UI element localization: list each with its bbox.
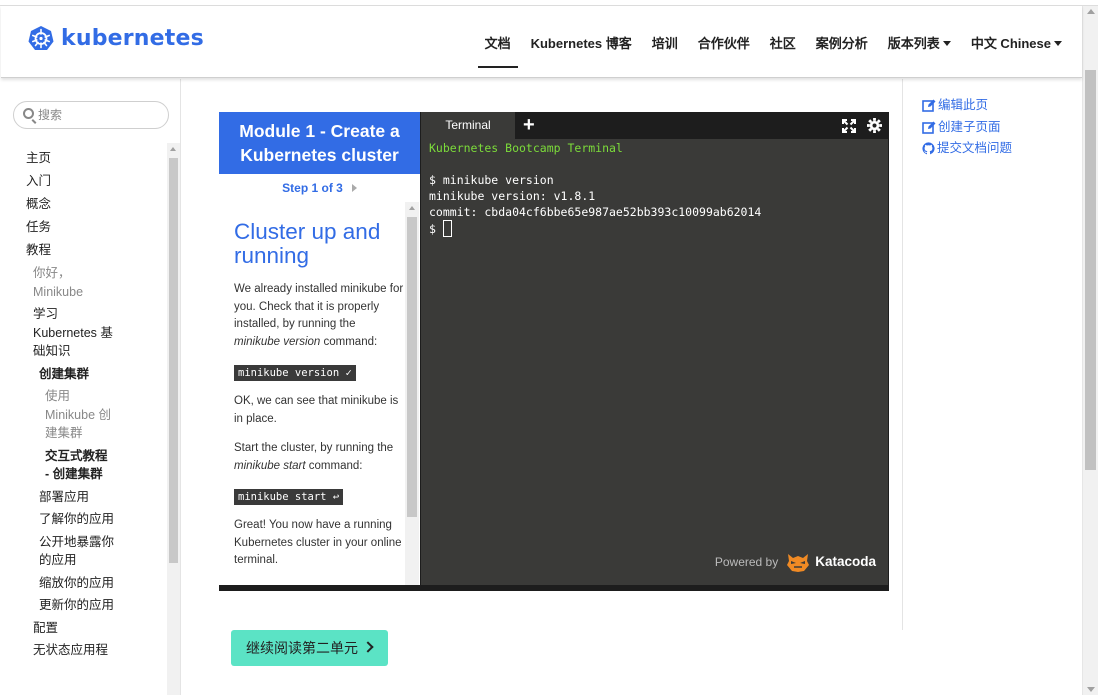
continue-module-2-button[interactable]: 继续阅读第二单元 [231, 630, 388, 666]
gear-icon[interactable] [867, 118, 882, 133]
terminal-screen[interactable]: Kubernetes Bootcamp Terminal $ minikube … [421, 139, 888, 585]
sidebar-item-1[interactable]: 入门 [26, 172, 168, 191]
sidebar-item-4[interactable]: 教程 [26, 241, 168, 260]
page-scrollbar-thumb[interactable] [1085, 70, 1096, 470]
sidebar-item-6[interactable]: 学习 Kubernetes 基础知识 [33, 305, 113, 361]
nav-item-6[interactable]: 版本列表 [888, 36, 951, 66]
docs-sidebar: 主页入门概念任务教程你好，Minikube 学习 Kubernetes 基础知识创… [1, 79, 181, 695]
sidebar-item-11[interactable]: 了解你的应用 [39, 510, 114, 529]
nav-item-label: 文档 [484, 36, 511, 51]
page-scrollbar[interactable] [1082, 6, 1098, 695]
edit-icon [922, 121, 936, 134]
brand-name: kubernetes [61, 25, 204, 51]
terminal-output-line: minikube version: v1.8.1 [429, 189, 596, 203]
page-action-1[interactable]: 创建子页面 [922, 117, 1012, 139]
nav-item-label: 合作伙伴 [697, 36, 750, 51]
katacoda-name: Katacoda [815, 554, 876, 569]
search-box[interactable] [13, 101, 169, 129]
site-header: kubernetes 文档 Kubernetes 博客 培训 合作伙伴 社区 案例分析 版本… [1, 6, 1082, 78]
terminal-banner: Kubernetes Bootcamp Terminal [429, 141, 623, 155]
nav-item-1[interactable]: Kubernetes 博客 [531, 36, 632, 66]
sidebar-item-3[interactable]: 任务 [26, 218, 168, 237]
code-minikube-version[interactable]: minikube version ✓ [234, 365, 356, 381]
sidebar-item-14[interactable]: 更新你的应用 [39, 596, 114, 615]
sidebar-item-7[interactable]: 创建集群 [39, 365, 114, 384]
sidebar-item-2[interactable]: 概念 [26, 195, 168, 214]
next-step-arrow-icon[interactable] [351, 184, 357, 192]
katacoda-logo-icon [787, 554, 810, 572]
tutorial-content-scrollbar[interactable] [405, 202, 419, 585]
sidebar-scroll-up-icon[interactable] [170, 147, 176, 151]
terminal-output-line: $ minikube version [429, 173, 554, 187]
search-input[interactable] [38, 106, 163, 124]
caret-down-icon [1054, 41, 1062, 46]
tutorial-paragraph-4: Great! You now have a running Kubernetes… [234, 519, 402, 566]
sidebar-item-5[interactable]: 你好，Minikube [33, 264, 118, 301]
tutorial-content: Cluster up and running We already instal… [219, 202, 420, 585]
step-label: Step 1 of 3 [282, 181, 343, 195]
page-action-label: 创建子页面 [938, 119, 1001, 134]
terminal-cursor [442, 220, 452, 237]
nav-item-0[interactable]: 文档 [477, 36, 518, 68]
scroll-up-arrow-icon[interactable] [1087, 9, 1095, 14]
nav-item-label: Kubernetes 博客 [530, 36, 632, 51]
powered-by-label: Powered by [714, 555, 779, 569]
nav-item-5[interactable]: 案例分析 [816, 36, 868, 66]
terminal-prompt: $ [429, 222, 443, 236]
content-scroll-up-icon[interactable] [408, 206, 415, 210]
tutorial-bottom-bar [219, 585, 889, 591]
nav-item-7[interactable]: 中文 Chinese [971, 36, 1062, 66]
sidebar-scrollbar[interactable] [167, 143, 180, 695]
nav-item-label: 版本列表 [887, 36, 940, 51]
kubernetes-logo[interactable]: kubernetes [28, 25, 204, 51]
code-minikube-start[interactable]: minikube start ↩ [234, 489, 344, 505]
nav-item-2[interactable]: 培训 [652, 36, 678, 66]
fullscreen-icon[interactable] [842, 119, 856, 133]
terminal-tabbar: Terminal + [421, 112, 889, 139]
page-actions: 编辑此页创建子页面提交文档问题 [902, 79, 1082, 630]
nav-item-label: 培训 [651, 36, 678, 51]
page-action-0[interactable]: 编辑此页 [922, 95, 1012, 117]
nav-item-3[interactable]: 合作伙伴 [698, 36, 750, 66]
sidebar-item-0[interactable]: 主页 [26, 149, 168, 168]
sidebar-item-8[interactable]: 使用 Minikube 创建集群 [45, 387, 115, 443]
sidebar-item-16[interactable]: 无状态应用程 [33, 641, 118, 660]
scroll-down-arrow-icon[interactable] [1087, 687, 1095, 692]
powered-by-katacoda[interactable]: Powered by Katacoda [715, 551, 876, 573]
sidebar-item-10[interactable]: 部署应用 [39, 488, 114, 507]
nav-item-label: 中文 Chinese [970, 36, 1051, 51]
tutorial-paragraph-1: We already installed minikube for you. C… [234, 283, 404, 348]
edit-icon [922, 99, 936, 113]
github-icon [922, 142, 935, 155]
module-title: Module 1 - Create a Kubernetes cluster [219, 112, 420, 174]
terminal-tab[interactable]: Terminal [421, 112, 515, 139]
page-action-label: 提交文档问题 [937, 141, 1013, 155]
kubernetes-wheel-icon [28, 26, 54, 50]
sidebar-item-9[interactable]: 交互式教程 - 创建集群 [45, 447, 115, 484]
search-icon [23, 108, 34, 119]
tutorial-heading: Cluster up and running [234, 219, 381, 268]
content-scrollbar-thumb[interactable] [407, 217, 417, 517]
page-action-2[interactable]: 提交文档问题 [922, 138, 1012, 160]
add-tab-button[interactable]: + [523, 115, 535, 135]
nav-item-4[interactable]: 社区 [770, 36, 796, 66]
sidebar-nav-list: 主页入门概念任务教程你好，Minikube 学习 Kubernetes 基础知识创… [26, 149, 168, 664]
terminal-prompt-line: $ [429, 220, 888, 237]
page-action-label: 编辑此页 [938, 98, 989, 112]
chevron-right-icon [362, 641, 374, 653]
top-nav: 文档 Kubernetes 博客 培训 合作伙伴 社区 案例分析 版本列表 中文 Chines… [465, 36, 1062, 68]
nav-item-label: 社区 [769, 36, 796, 51]
sidebar-item-12[interactable]: 公开地暴露你的应用 [39, 533, 114, 570]
sidebar-item-13[interactable]: 缩放你的应用 [39, 574, 114, 593]
tutorial-paragraph-3: Start the cluster, by running the miniku… [234, 442, 394, 472]
terminal-output-line: commit: cbda04cf6bbe65e987ae52bb393c1009… [429, 205, 762, 219]
sidebar-scrollbar-thumb[interactable] [169, 158, 178, 563]
tutorial-paragraph-2: OK, we can see that minikube is in place… [234, 395, 399, 425]
continue-button-label: 继续阅读第二单元 [246, 640, 358, 656]
nav-item-label: 案例分析 [815, 36, 868, 51]
sidebar-item-15[interactable]: 配置 [33, 619, 118, 638]
step-indicator: Step 1 of 3 [219, 174, 420, 202]
caret-down-icon [942, 41, 951, 46]
interactive-tutorial: Module 1 - Create a Kubernetes cluster S… [219, 112, 889, 591]
